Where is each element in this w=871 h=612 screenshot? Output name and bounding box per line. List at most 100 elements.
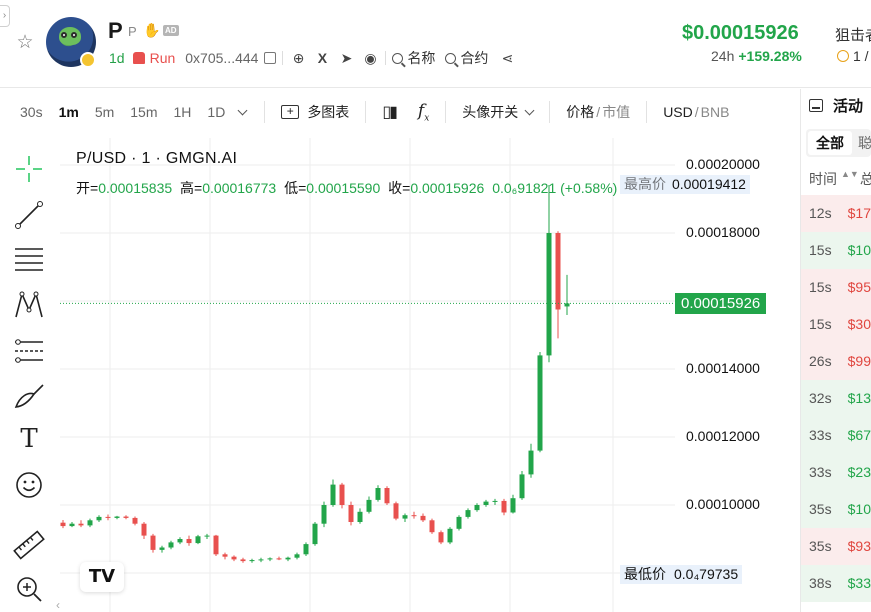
candle[interactable] — [447, 528, 453, 543]
horizontal-lines-icon[interactable] — [12, 242, 46, 276]
candle[interactable] — [420, 515, 426, 521]
candle[interactable] — [483, 501, 489, 505]
indicators-button[interactable]: fx — [412, 101, 435, 123]
multi-chart-button[interactable]: + 多图表 — [275, 102, 355, 122]
candle[interactable] — [456, 516, 462, 529]
candle[interactable] — [168, 542, 174, 548]
candle[interactable] — [78, 523, 84, 526]
candle[interactable] — [474, 505, 480, 511]
candle[interactable] — [393, 503, 399, 519]
candle[interactable] — [429, 520, 435, 533]
candle[interactable] — [321, 505, 327, 524]
candle[interactable] — [438, 532, 444, 543]
contract-address[interactable]: 0x705...444 — [185, 50, 258, 66]
candle[interactable] — [105, 516, 111, 518]
copy-icon[interactable] — [264, 52, 277, 64]
timeframe-5m[interactable]: 5m — [87, 104, 122, 120]
candle[interactable] — [411, 515, 417, 517]
candle[interactable] — [249, 560, 255, 562]
candle[interactable] — [375, 488, 381, 500]
search-contract-link[interactable]: 合约 — [445, 48, 488, 68]
candle[interactable] — [357, 511, 363, 522]
activity-row[interactable]: 38s $33 — [801, 565, 871, 602]
activity-row[interactable]: 32s $13 — [801, 380, 871, 417]
candle[interactable] — [60, 522, 66, 527]
candle[interactable] — [501, 500, 507, 513]
candle[interactable] — [87, 520, 93, 526]
activity-row[interactable]: 15s $95 — [801, 269, 871, 306]
candle[interactable] — [267, 558, 273, 560]
tradingview-logo[interactable]: TV — [80, 562, 124, 592]
currency-toggle[interactable]: USD / BNB — [657, 104, 735, 120]
col-time[interactable]: 时间 — [809, 169, 837, 189]
candle[interactable] — [366, 499, 372, 512]
candle[interactable] — [132, 517, 138, 524]
activity-header[interactable]: 活动 — [801, 89, 871, 121]
zoom-in-icon[interactable] — [12, 572, 46, 606]
activity-row[interactable]: 35s $93 — [801, 528, 871, 565]
candle-type-button[interactable]: ▯▮ — [376, 102, 402, 122]
candle[interactable] — [240, 559, 246, 562]
col-total[interactable]: 总额 — [860, 169, 871, 189]
activity-row[interactable]: 26s $99 — [801, 343, 871, 380]
chevron-left-icon[interactable]: ‹ — [56, 598, 60, 612]
ruler-icon[interactable] — [12, 528, 46, 562]
tab-smart-money[interactable]: 聪明钱 — [852, 133, 871, 153]
crosshair-icon[interactable] — [12, 152, 46, 186]
candle[interactable] — [204, 535, 210, 537]
candlestick-chart[interactable] — [60, 138, 778, 612]
candle[interactable] — [195, 536, 201, 544]
candle[interactable] — [114, 516, 120, 518]
candle[interactable] — [339, 484, 345, 505]
emoji-icon[interactable] — [12, 468, 46, 502]
candle[interactable] — [312, 523, 318, 545]
fib-icon[interactable] — [12, 334, 46, 368]
candle[interactable] — [177, 539, 183, 543]
text-icon[interactable]: T — [12, 422, 46, 456]
chevron-down-icon[interactable] — [237, 105, 248, 115]
candle[interactable] — [519, 474, 525, 499]
candle[interactable] — [123, 516, 129, 518]
candle[interactable] — [330, 484, 336, 505]
telegram-icon[interactable]: ➤ — [337, 49, 355, 67]
star-icon[interactable]: ☆ — [14, 32, 36, 54]
timeframe-1D[interactable]: 1D — [199, 104, 233, 120]
x-twitter-icon[interactable]: X — [313, 49, 331, 67]
chart-link-icon[interactable]: ◉ — [361, 49, 379, 67]
candle[interactable] — [384, 488, 390, 504]
timeframe-15m[interactable]: 15m — [122, 104, 165, 120]
activity-row[interactable]: 15s $10 — [801, 232, 871, 269]
sort-icon[interactable]: ▲▼ — [841, 169, 859, 189]
search-name-link[interactable]: 名称 — [392, 48, 435, 68]
price-mcap-toggle[interactable]: 价格 / 市值 — [560, 102, 636, 122]
timeframe-1m[interactable]: 1m — [51, 104, 87, 120]
candle[interactable] — [510, 498, 516, 513]
avatar-toggle-dropdown[interactable]: 头像开关 — [456, 102, 539, 122]
chevron-right-icon[interactable]: › — [0, 5, 10, 27]
candle[interactable] — [294, 554, 300, 558]
candle[interactable] — [231, 556, 237, 560]
activity-row[interactable]: 33s $23 — [801, 454, 871, 491]
candle[interactable] — [141, 523, 147, 536]
candle[interactable] — [186, 539, 192, 544]
timeframe-1H[interactable]: 1H — [166, 104, 200, 120]
candle[interactable] — [96, 516, 102, 521]
activity-row[interactable]: 15s $30 — [801, 306, 871, 343]
activity-row[interactable]: 12s $17 — [801, 195, 871, 232]
share-icon[interactable]: ⋖ — [498, 49, 516, 67]
candle[interactable] — [492, 500, 498, 502]
candle[interactable] — [555, 233, 561, 310]
candle[interactable] — [258, 559, 264, 561]
candle[interactable] — [546, 233, 552, 356]
candle[interactable] — [285, 557, 291, 560]
candle[interactable] — [348, 505, 354, 522]
activity-row[interactable]: 33s $67 — [801, 417, 871, 454]
candle[interactable] — [537, 355, 543, 451]
brush-icon[interactable] — [12, 380, 46, 414]
candle[interactable] — [150, 535, 156, 550]
pattern-icon[interactable] — [12, 288, 46, 322]
price-chart[interactable]: P/USD · 1 · GMGN.AI 开=0.00015835 高=0.000… — [56, 138, 778, 612]
globe-icon[interactable]: ⊕ — [289, 49, 307, 67]
candle[interactable] — [303, 544, 309, 555]
candle[interactable] — [159, 547, 165, 550]
